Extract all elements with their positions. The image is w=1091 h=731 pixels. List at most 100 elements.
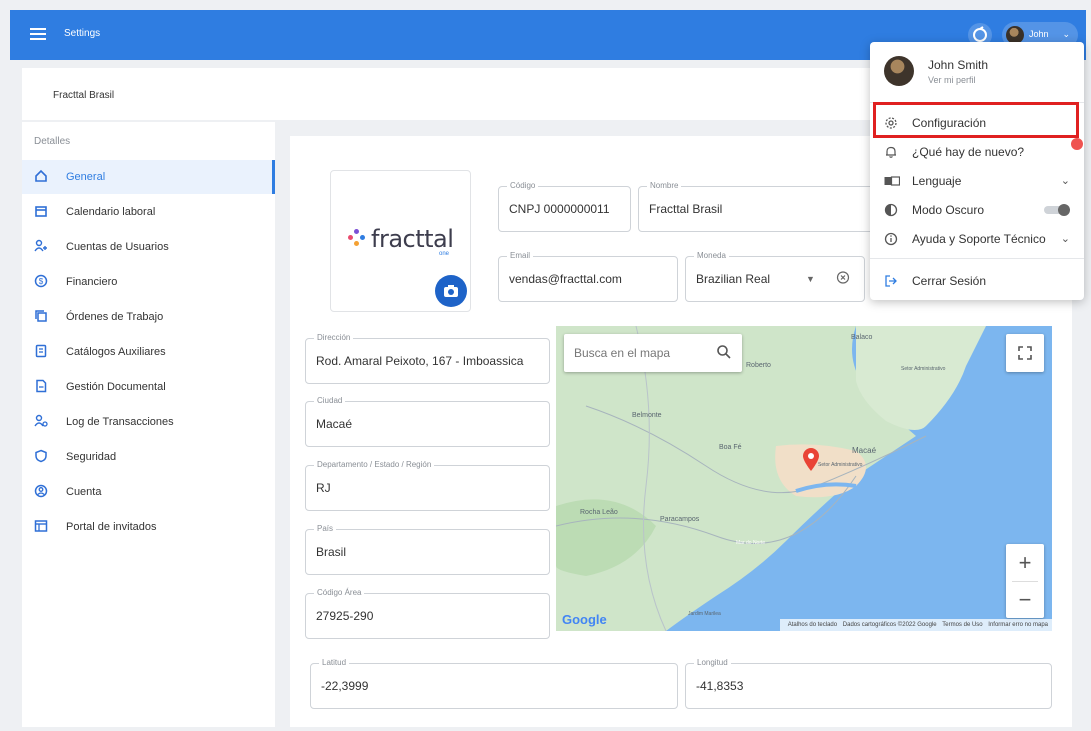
menu-item-label: ¿Qué hay de nuevo? (912, 145, 1025, 159)
clear-icon[interactable] (836, 271, 850, 288)
menu-item-dark-mode[interactable]: Modo Oscuro (870, 195, 1084, 224)
menu-item-whats-new[interactable]: ¿Qué hay de nuevo? (870, 137, 1084, 166)
state-field[interactable]: Departamento / Estado / Región RJ (305, 460, 550, 511)
google-logo: Google (562, 612, 607, 627)
menu-item-language[interactable]: Lenguaje ⌄ (870, 166, 1084, 195)
location-map[interactable]: Busca en el mapa + − Google Atalhos do t… (556, 326, 1052, 631)
latitude-value: -22,3999 (321, 679, 369, 693)
chevron-down-icon: ⌄ (1062, 29, 1070, 39)
sidebar-item-work-orders[interactable]: Órdenes de Trabajo (22, 300, 275, 334)
fullscreen-icon (1018, 346, 1032, 360)
email-field[interactable]: Email vendas@fracttal.com (498, 251, 678, 302)
sidebar-item-label: Log de Transacciones (66, 416, 174, 428)
sidebar-item-label: Catálogos Auxiliares (66, 346, 166, 358)
dark-mode-toggle[interactable] (1044, 204, 1070, 216)
contrast-icon (884, 203, 898, 217)
view-profile-link[interactable]: Ver mi perfil (928, 75, 976, 85)
state-label: Departamento / Estado / Región (314, 460, 435, 469)
map-pin-icon[interactable] (802, 448, 820, 472)
home-icon (34, 169, 48, 183)
area-code-field[interactable]: Código Área 27925-290 (305, 588, 550, 639)
address-field[interactable]: Dirección Rod. Amaral Peixoto, 167 - Imb… (305, 333, 550, 384)
company-logo: fracttal (371, 225, 454, 253)
zoom-controls: + − (1006, 544, 1044, 618)
sidebar-item-general[interactable]: General (22, 160, 275, 194)
camera-button[interactable] (435, 275, 467, 307)
sidebar-item-financial[interactable]: $ Financiero (22, 265, 275, 299)
sidebar-item-calendar[interactable]: Calendario laboral (22, 195, 275, 229)
menu-item-label: Lenguaje (912, 174, 962, 188)
chevron-down-icon: ⌄ (1060, 233, 1070, 245)
calendar-icon (34, 204, 48, 218)
sidebar-item-label: Gestión Documental (66, 381, 166, 393)
language-icon (884, 174, 901, 188)
sidebar-item-label: Calendario laboral (66, 206, 156, 218)
dollar-icon: $ (34, 274, 48, 288)
info-icon (884, 232, 898, 246)
user-dropdown-menu: John Smith Ver mi perfil Configuración ¿… (870, 42, 1084, 300)
country-field[interactable]: País Brasil (305, 524, 550, 575)
currency-value: Brazilian Real (696, 272, 771, 286)
terms-link[interactable]: Termos de Uso (942, 622, 982, 628)
code-value: CNPJ 0000000011 (509, 202, 610, 216)
menu-item-label: Cerrar Sesión (912, 274, 987, 288)
account-icon (34, 484, 48, 498)
zoom-out-button[interactable]: − (1006, 581, 1044, 618)
longitude-field[interactable]: Longitud -41,8353 (685, 658, 1052, 709)
sidebar-item-account[interactable]: Cuenta (22, 475, 275, 509)
country-label: País (314, 524, 337, 533)
sidebar-item-guest-portal[interactable]: Portal de invitados (22, 510, 275, 544)
menu-item-label: Modo Oscuro (912, 203, 985, 217)
address-value: Rod. Amaral Peixoto, 167 - Imboassica (316, 354, 524, 368)
document-icon (34, 379, 48, 393)
sidebar-item-transaction-log[interactable]: Log de Transacciones (22, 405, 275, 439)
city-label: Ciudad (314, 396, 346, 405)
sidebar-item-documents[interactable]: Gestión Documental (22, 370, 275, 404)
latitude-field[interactable]: Latitud -22,3999 (310, 658, 678, 709)
hamburger-menu-icon[interactable] (30, 28, 46, 40)
user-full-name: John Smith (928, 58, 989, 72)
address-label: Dirección (314, 333, 354, 342)
company-logo-box: fracttal one (330, 170, 471, 312)
code-label: Código (507, 181, 539, 190)
email-value: vendas@fracttal.com (509, 272, 622, 286)
camera-icon (444, 285, 458, 297)
code-field[interactable]: Código CNPJ 0000000011 (498, 181, 631, 232)
keyboard-shortcuts-link[interactable]: Atalhos do teclado (788, 622, 837, 628)
country-value: Brasil (316, 545, 347, 559)
menu-item-logout[interactable]: Cerrar Sesión (870, 266, 1084, 295)
sidebar-item-user-accounts[interactable]: Cuentas de Usuarios (22, 230, 275, 264)
latitude-label: Latitud (319, 658, 350, 667)
copy-icon (34, 309, 48, 323)
name-label: Nombre (647, 181, 682, 190)
report-error-link[interactable]: Informar erro no mapa (988, 622, 1048, 628)
map-search-box[interactable]: Busca en el mapa (564, 334, 742, 372)
currency-label: Moneda (694, 251, 729, 260)
menu-item-label: Ayuda y Soporte Técnico (912, 232, 1046, 246)
map-search-input[interactable]: Busca en el mapa (574, 346, 670, 360)
chevron-down-icon: ⌄ (1060, 175, 1070, 187)
portal-icon (34, 519, 48, 533)
sidebar-item-label: Órdenes de Trabajo (66, 311, 164, 323)
company-name: Fracttal Brasil (53, 90, 115, 101)
zoom-in-button[interactable]: + (1006, 544, 1044, 581)
city-value: Macaé (316, 417, 353, 431)
sidebar-item-label: Portal de invitados (66, 521, 157, 533)
city-field[interactable]: Ciudad Macaé (305, 396, 550, 447)
avatar (884, 56, 914, 86)
sidebar-item-security[interactable]: Seguridad (22, 440, 275, 474)
search-icon[interactable] (716, 344, 732, 360)
fullscreen-button[interactable] (1006, 334, 1044, 372)
sidebar-item-label: General (66, 171, 106, 183)
state-value: RJ (316, 481, 331, 495)
page-title: Settings (64, 28, 101, 39)
currency-select[interactable]: Moneda Brazilian Real ▼ (685, 251, 865, 302)
sidebar-item-catalogs[interactable]: Catálogos Auxiliares (22, 335, 275, 369)
logout-icon (884, 274, 898, 288)
dropdown-arrow-icon[interactable]: ▼ (806, 274, 815, 284)
bell-icon (884, 145, 898, 159)
name-field[interactable]: Nombre Fracttal Brasil (638, 181, 878, 232)
menu-item-help-support[interactable]: Ayuda y Soporte Técnico ⌄ (870, 224, 1084, 253)
logo-dots-icon (348, 229, 366, 247)
logo-subtext: one (439, 251, 450, 257)
